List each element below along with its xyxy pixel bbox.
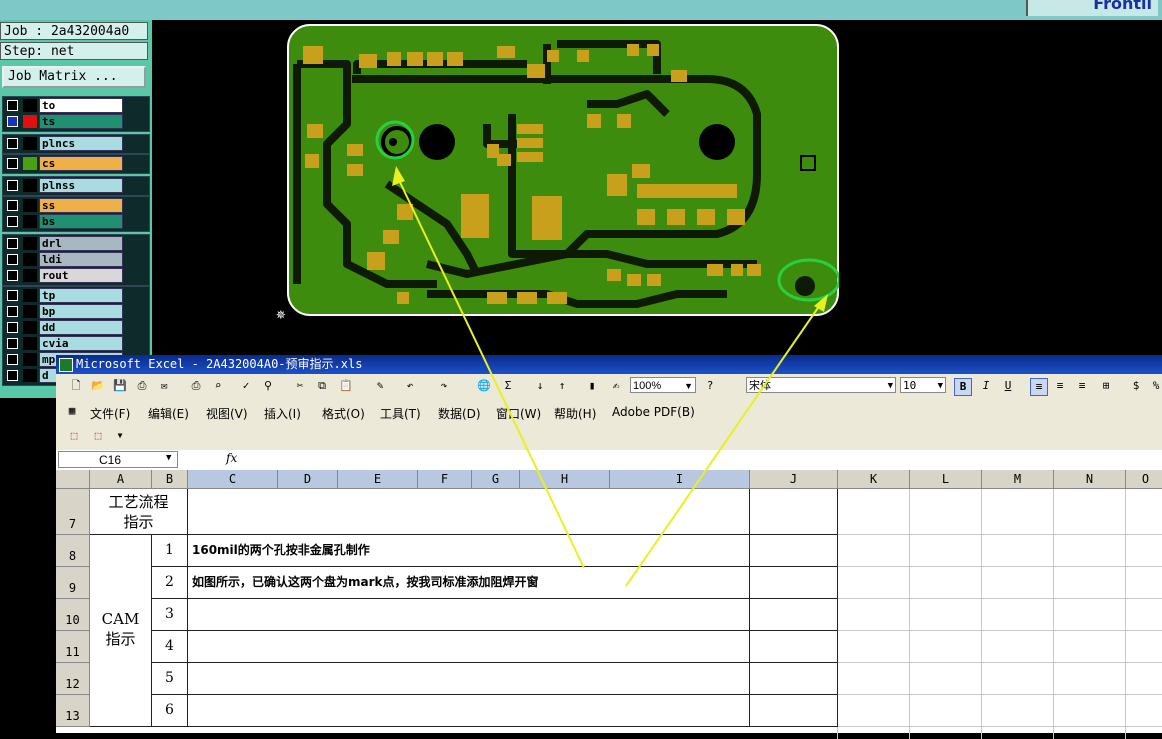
arrow-line-right <box>625 301 823 587</box>
arrow-line-left <box>397 177 585 569</box>
annotation-arrows <box>392 166 828 587</box>
arrow-head-left <box>392 166 405 186</box>
